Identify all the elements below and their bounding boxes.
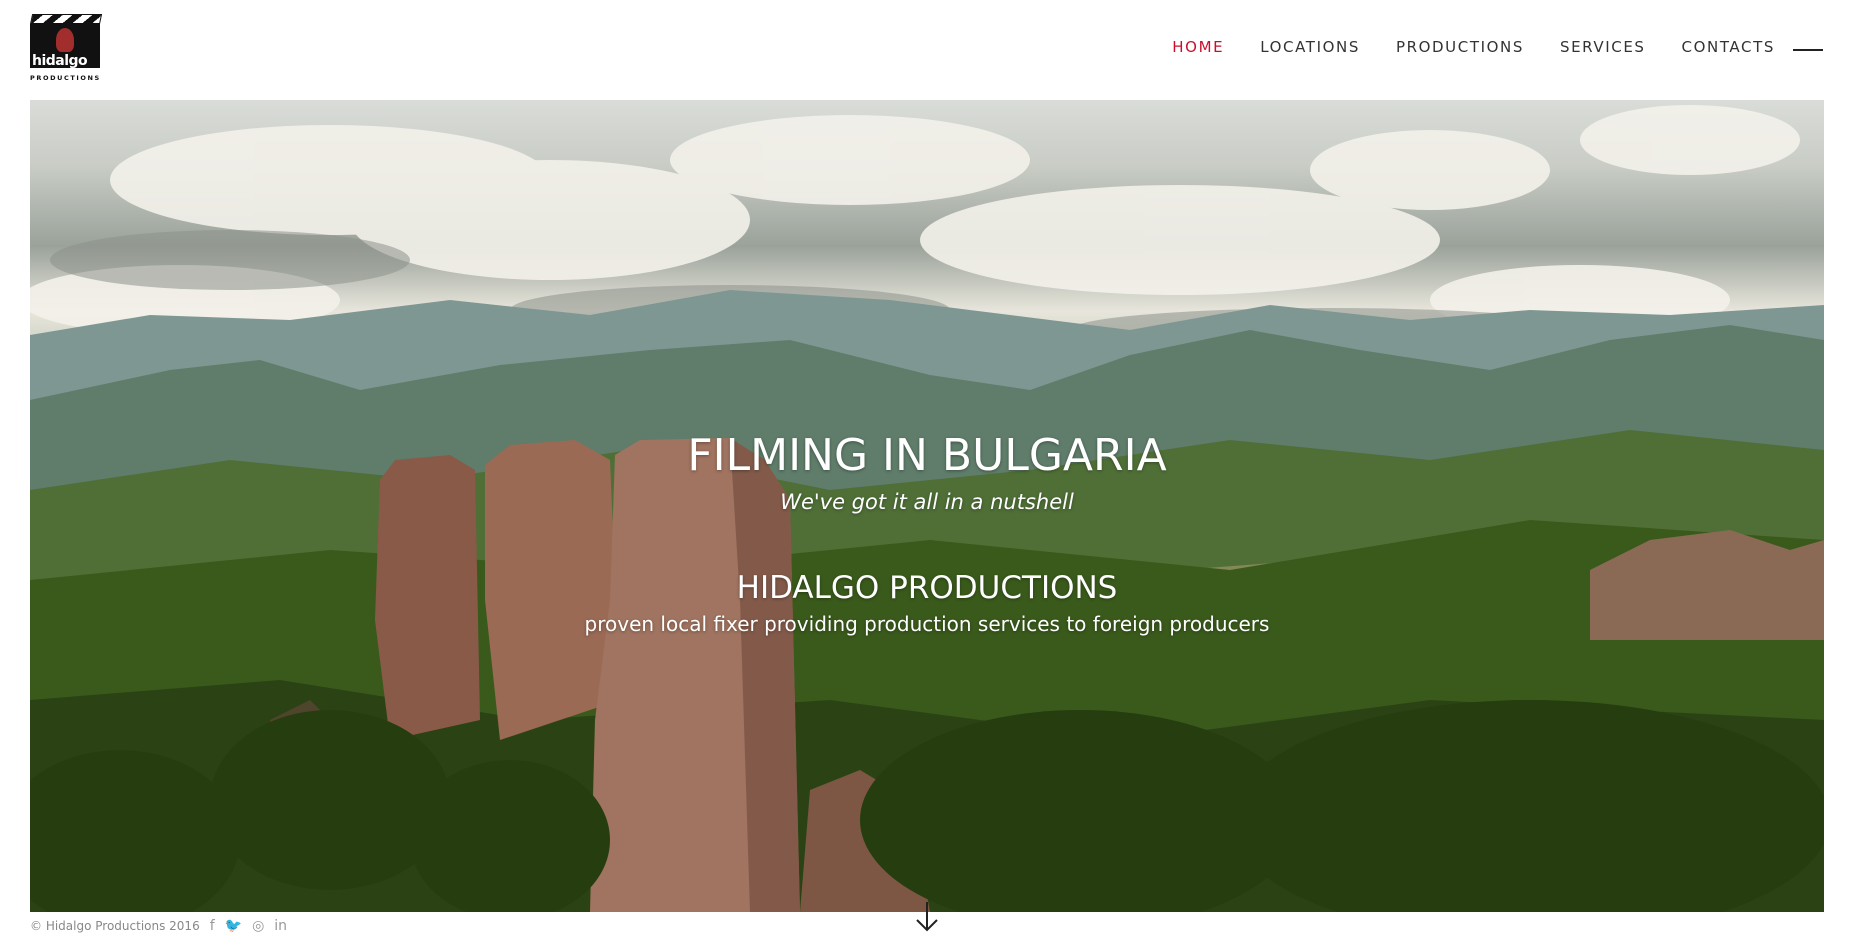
nav-services[interactable]: SERVICES [1560, 38, 1646, 56]
nav-locations[interactable]: LOCATIONS [1260, 38, 1360, 56]
hero-subtitle: HIDALGO PRODUCTIONS [736, 570, 1118, 606]
main-nav: HOME LOCATIONS PRODUCTIONS SERVICES CONT… [1136, 38, 1775, 56]
instagram-icon[interactable]: ◎ [252, 918, 264, 934]
copyright-text: © Hidalgo Productions 2016 [30, 919, 200, 933]
logo-figure [56, 28, 74, 52]
hero-banner: FILMING IN BULGARIA We've got it all in … [30, 100, 1824, 912]
twitter-icon[interactable]: 🐦 [225, 918, 242, 934]
site-footer: © Hidalgo Productions 2016 f 🐦 ◎ in [30, 918, 287, 934]
hamburger-line-icon[interactable] [1793, 49, 1823, 51]
logo-wordmark: hidalgo [32, 53, 88, 69]
nav-productions[interactable]: PRODUCTIONS [1396, 38, 1524, 56]
site-header: hidalgo PRODUCTIONS HOME LOCATIONS PRODU… [0, 0, 1851, 100]
hero-title: FILMING IN BULGARIA [687, 430, 1167, 481]
hero-description: proven local fixer providing production … [584, 612, 1270, 636]
facebook-icon[interactable]: f [210, 918, 215, 934]
nav-contacts[interactable]: CONTACTS [1682, 38, 1775, 56]
hero-tagline: We've got it all in a nutshell [780, 490, 1074, 514]
logo-subtitle: PRODUCTIONS [30, 74, 101, 82]
nav-home[interactable]: HOME [1172, 38, 1224, 56]
arrow-down-icon[interactable] [914, 900, 940, 934]
linkedin-icon[interactable]: in [274, 918, 287, 934]
clapperboard-stripes [30, 14, 103, 24]
hidalgo-logo[interactable]: hidalgo PRODUCTIONS [30, 14, 103, 86]
